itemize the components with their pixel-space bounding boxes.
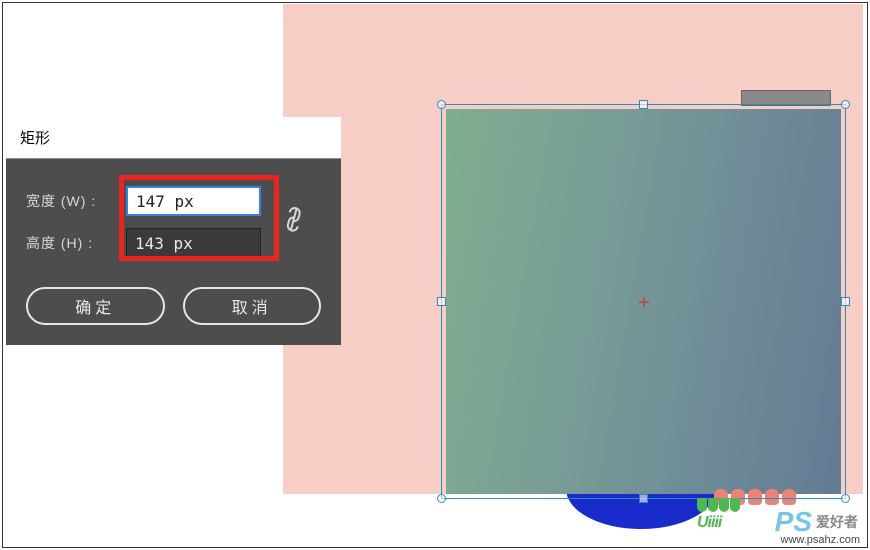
transform-center-point[interactable] — [639, 297, 649, 307]
selection-bounding-box[interactable] — [441, 104, 846, 499]
resize-handle-bottom-right[interactable] — [841, 494, 850, 503]
resize-handle-mid-right[interactable] — [841, 297, 850, 306]
resize-handle-top-right[interactable] — [841, 100, 850, 109]
resize-handle-bottom-mid[interactable] — [639, 494, 648, 503]
rectangle-dialog: 矩形 宽度 (W) : 高度 (H) : — [6, 117, 341, 345]
canvas-background — [283, 4, 863, 494]
uiii-text: Uiiii — [697, 514, 740, 532]
uiii-watermark: Uiiii — [697, 498, 740, 532]
width-input[interactable] — [126, 186, 261, 216]
resize-handle-top-left[interactable] — [437, 100, 446, 109]
url-watermark: www.psahz.com — [781, 534, 860, 546]
resize-handle-mid-left[interactable] — [437, 297, 446, 306]
resize-handle-bottom-left[interactable] — [437, 494, 446, 503]
resize-handle-top-mid[interactable] — [639, 100, 648, 109]
dialog-body: 宽度 (W) : 高度 (H) : 确定 取消 — [6, 159, 341, 345]
canvas-workspace[interactable] — [441, 104, 846, 499]
dialog-title: 矩形 — [6, 117, 341, 159]
ok-button[interactable]: 确定 — [26, 287, 165, 325]
cancel-button[interactable]: 取消 — [183, 287, 322, 325]
height-input[interactable] — [126, 228, 261, 258]
width-label: 宽度 (W) : — [26, 191, 126, 211]
height-label: 高度 (H) : — [26, 233, 126, 253]
ps-sub-text: 爱好者 — [816, 512, 858, 532]
